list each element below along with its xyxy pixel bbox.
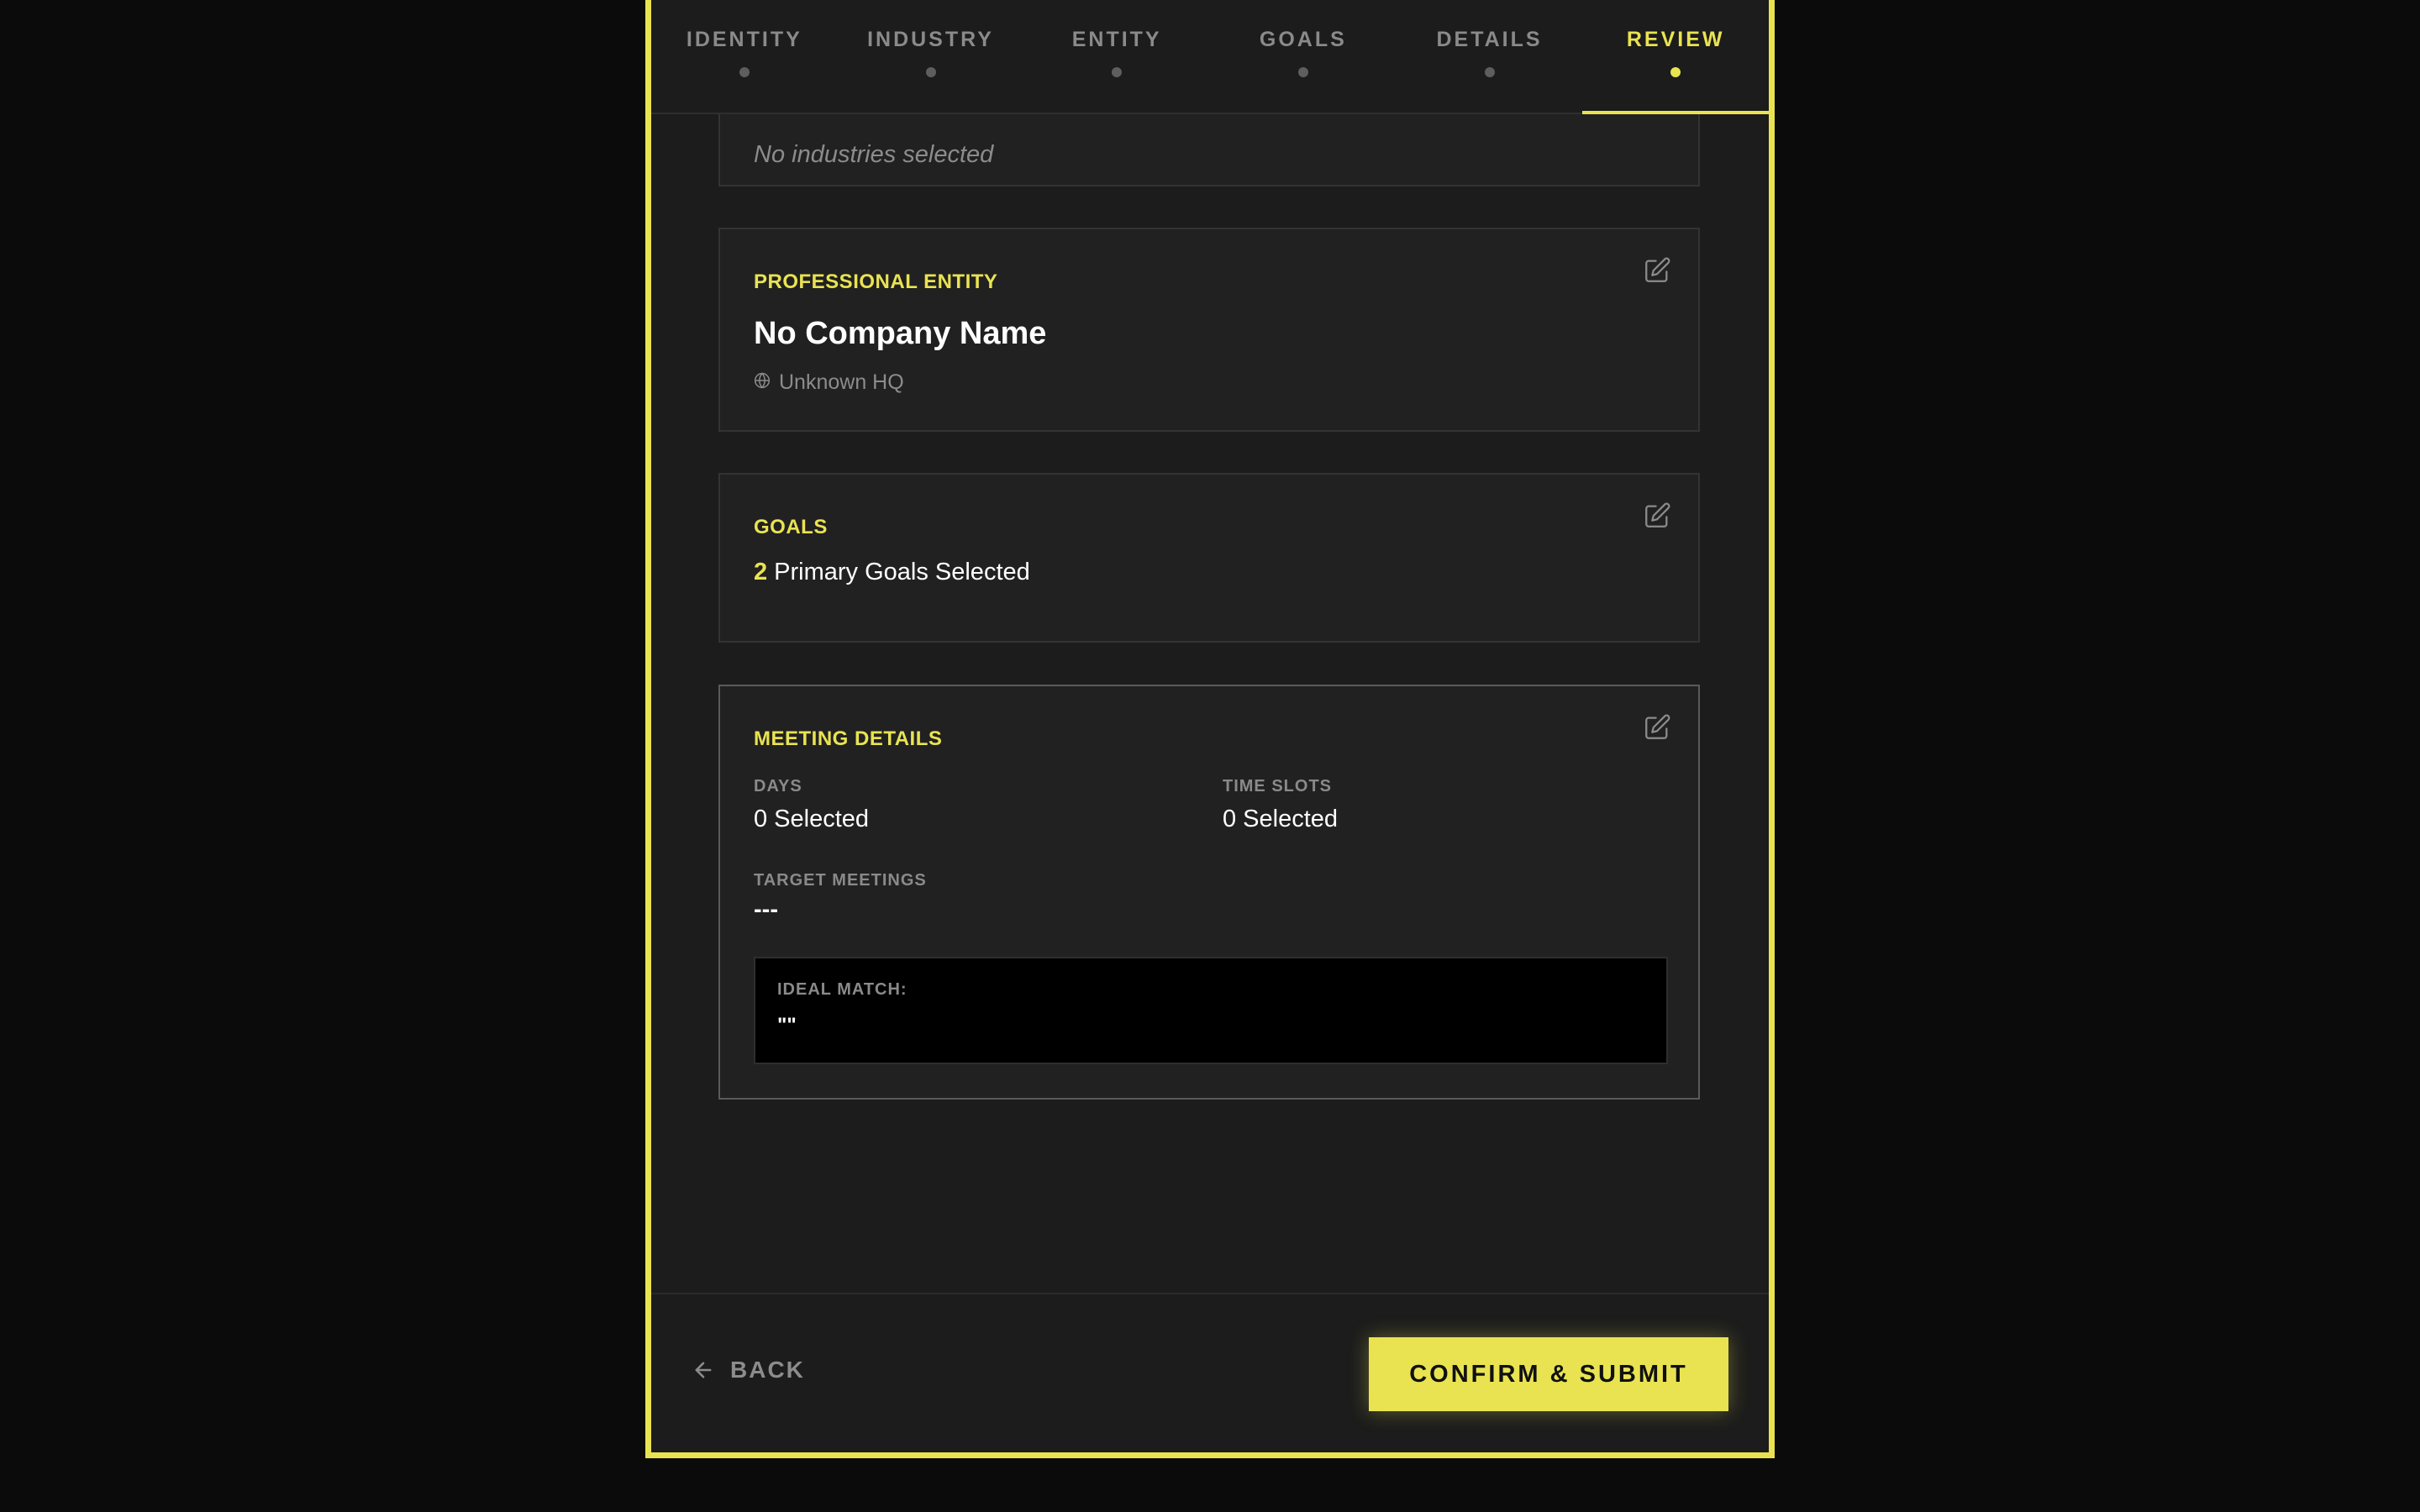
confirm-submit-button[interactable]: CONFIRM & SUBMIT bbox=[1369, 1337, 1728, 1411]
company-name: No Company Name bbox=[754, 316, 1047, 351]
target-meetings-label: TARGET MEETINGS bbox=[754, 871, 927, 890]
step-dot bbox=[1670, 67, 1681, 77]
hq-row: Unknown HQ bbox=[754, 370, 904, 395]
onboarding-panel: IDENTITY INDUSTRY ENTITY GOALS DETAILS R… bbox=[645, 0, 1775, 1458]
edit-icon[interactable] bbox=[1643, 713, 1671, 742]
globe-icon bbox=[754, 370, 771, 395]
edit-icon[interactable] bbox=[1643, 501, 1671, 530]
step-dot bbox=[1484, 67, 1495, 77]
time-slots-value: 0 Selected bbox=[1223, 806, 1339, 832]
tab-label: IDENTITY bbox=[686, 28, 802, 51]
step-dot bbox=[925, 67, 936, 77]
step-dot bbox=[1297, 67, 1308, 77]
tab-label: GOALS bbox=[1259, 28, 1347, 51]
professional-entity-card: PROFESSIONAL ENTITY No Company Name Unkn… bbox=[718, 228, 1700, 432]
card-title: MEETING DETAILS bbox=[754, 727, 943, 750]
hq-text: Unknown HQ bbox=[779, 370, 904, 394]
ideal-match-box: IDEAL MATCH: "" bbox=[754, 957, 1668, 1064]
footer-bar: BACK CONFIRM & SUBMIT bbox=[651, 1293, 1769, 1452]
goals-card: GOALS 2 Primary Goals Selected bbox=[718, 473, 1700, 643]
goals-text: Primary Goals Selected bbox=[774, 559, 1030, 585]
tab-details[interactable]: DETAILS bbox=[1397, 0, 1583, 113]
tab-entity[interactable]: ENTITY bbox=[1023, 0, 1210, 113]
goals-count: 2 bbox=[754, 559, 768, 585]
step-dot bbox=[739, 67, 750, 77]
industry-empty-text: No industries selected bbox=[754, 141, 994, 168]
back-label: BACK bbox=[730, 1357, 805, 1383]
step-dot bbox=[1112, 67, 1123, 77]
days-label: DAYS bbox=[754, 777, 802, 795]
ideal-match-value: "" bbox=[777, 1014, 797, 1037]
ideal-match-label: IDEAL MATCH: bbox=[777, 980, 908, 999]
card-title: GOALS bbox=[754, 516, 828, 538]
meeting-details-card: MEETING DETAILS DAYS 0 Selected TIME SLO… bbox=[718, 685, 1700, 1100]
tab-label: DETAILS bbox=[1436, 28, 1543, 51]
card-title: PROFESSIONAL ENTITY bbox=[754, 270, 998, 293]
tab-label: REVIEW bbox=[1626, 28, 1725, 51]
back-button[interactable]: BACK bbox=[692, 1357, 805, 1383]
time-slots-label: TIME SLOTS bbox=[1223, 777, 1332, 795]
arrow-left-icon bbox=[692, 1358, 715, 1382]
goals-summary: 2 Primary Goals Selected bbox=[754, 559, 1030, 586]
tab-goals[interactable]: GOALS bbox=[1210, 0, 1397, 113]
tab-review[interactable]: REVIEW bbox=[1582, 0, 1769, 114]
days-value: 0 Selected bbox=[754, 806, 870, 832]
tab-identity[interactable]: IDENTITY bbox=[651, 0, 838, 113]
target-meetings-value: --- bbox=[754, 896, 778, 923]
tab-industry[interactable]: INDUSTRY bbox=[838, 0, 1024, 113]
step-tabs: IDENTITY INDUSTRY ENTITY GOALS DETAILS R… bbox=[651, 0, 1769, 114]
tab-label: ENTITY bbox=[1071, 28, 1162, 51]
tab-label: INDUSTRY bbox=[867, 28, 994, 51]
edit-icon[interactable] bbox=[1643, 256, 1671, 285]
